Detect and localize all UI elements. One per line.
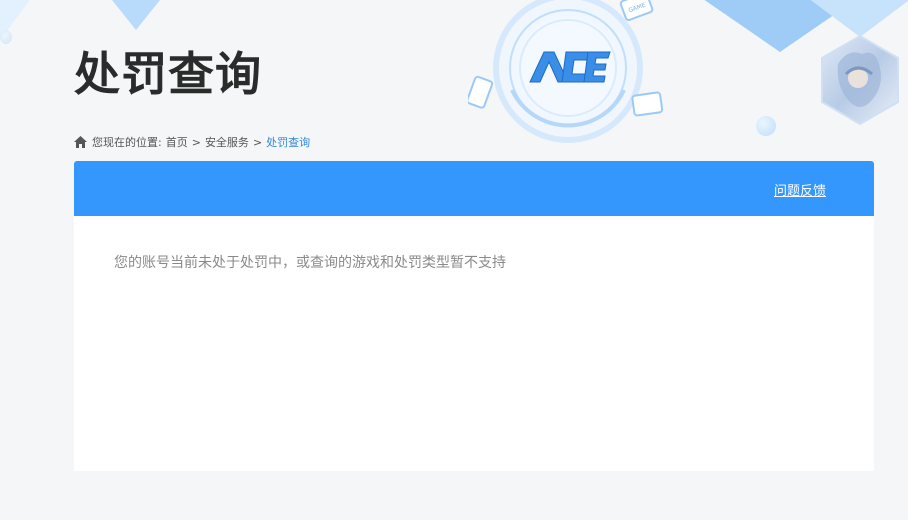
breadcrumb-separator: > (191, 135, 201, 149)
breadcrumb-item-current: 处罚查询 (266, 136, 311, 149)
breadcrumb-prefix: 您现在的位置: (92, 136, 162, 149)
page-title: 处罚查询 (74, 47, 262, 101)
decor-bubble (0, 30, 12, 44)
ace-logo-icon: GAME (468, 0, 664, 154)
page: GAME 处罚查询 您现在的位置: 首页 > 安全服务 > 处罚查询 问题反馈 … (0, 0, 908, 520)
result-message: 您的账号当前未处于处罚中，或查询的游戏和处罚类型暂不支持 (114, 255, 506, 271)
decor-bubble (756, 116, 776, 136)
result-panel: 问题反馈 您的账号当前未处于处罚中，或查询的游戏和处罚类型暂不支持 (74, 161, 874, 471)
panel-header: 问题反馈 (74, 161, 874, 216)
decor-triangle (96, 0, 176, 30)
breadcrumb-item-security[interactable]: 安全服务 (205, 134, 249, 150)
decor-triangle (800, 0, 908, 37)
breadcrumb-separator: > (252, 135, 263, 149)
character-avatar-icon (821, 34, 899, 126)
feedback-link[interactable]: 问题反馈 (774, 180, 826, 199)
breadcrumb-item-home[interactable]: 首页 (166, 134, 188, 150)
home-icon (74, 136, 87, 148)
breadcrumb: 您现在的位置: 首页 > 安全服务 > 处罚查询 (74, 134, 310, 150)
